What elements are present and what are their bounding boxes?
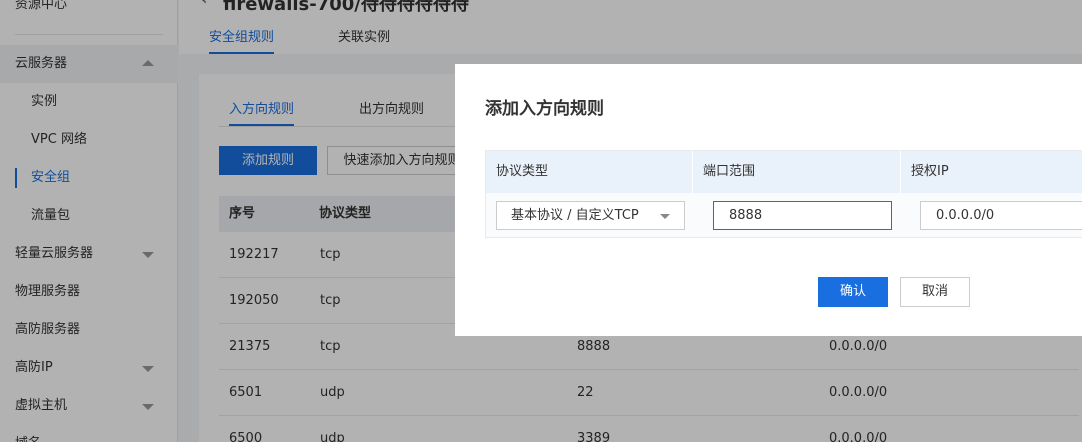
cancel-button[interactable]: 取消 [900, 277, 970, 307]
protocol-select[interactable]: 基本协议 / 自定义TCP [496, 201, 685, 230]
column-header-port: 端口范围 [693, 151, 901, 193]
authorized-ip-input[interactable]: 0.0.0.0/0 [920, 201, 1082, 230]
confirm-button[interactable]: 确认 [818, 277, 888, 307]
add-inbound-rule-dialog: 添加入方向规则 协议类型 端口范围 授权IP 基本协议 / 自定义TCP 888… [455, 64, 1082, 336]
protocol-select-value: 基本协议 / 自定义TCP [511, 208, 639, 223]
column-header-ip: 授权IP [911, 164, 949, 179]
rule-form-header: 协议类型 端口范围 授权IP [486, 151, 1082, 193]
rule-form-table: 协议类型 端口范围 授权IP 基本协议 / 自定义TCP 8888 0.0.0.… [485, 150, 1082, 238]
dialog-title: 添加入方向规则 [485, 99, 604, 119]
rule-form-row: 基本协议 / 自定义TCP 8888 0.0.0.0/0 [486, 193, 1082, 237]
chevron-down-icon [660, 214, 670, 219]
port-range-input[interactable]: 8888 [713, 201, 892, 230]
column-header-protocol: 协议类型 [486, 151, 693, 193]
